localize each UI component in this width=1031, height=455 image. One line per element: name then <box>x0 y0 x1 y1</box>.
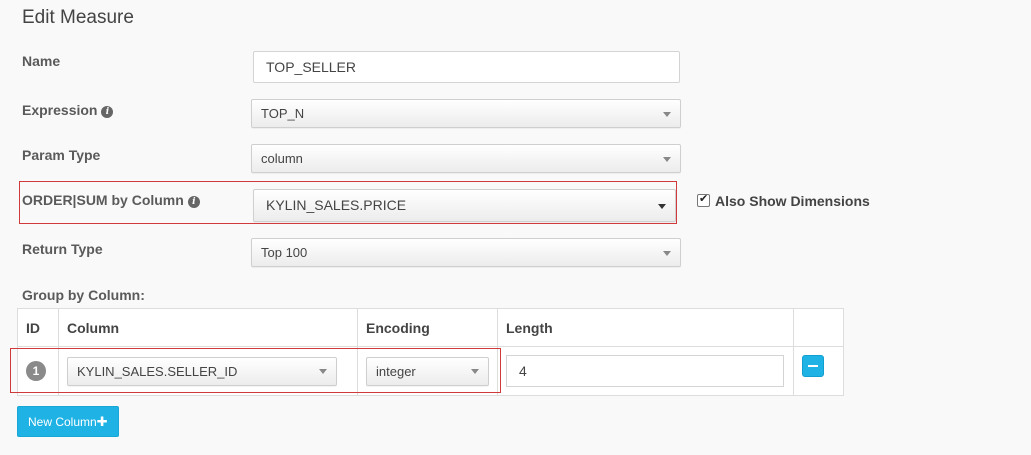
order-by-select-value: KYLIN_SALES.PRICE <box>266 197 407 213</box>
row-actions-cell <box>793 346 844 396</box>
also-show-dimensions-checkbox[interactable]: Also Show Dimensions <box>697 192 870 209</box>
row-column-select-value: KYLIN_SALES.SELLER_ID <box>77 363 238 379</box>
expression-select-value: TOP_N <box>261 106 305 121</box>
new-column-button[interactable]: New Column✚ <box>17 406 119 437</box>
column-header-length: Length <box>497 308 794 347</box>
column-header-id: ID <box>17 308 59 347</box>
group-by-table: ID Column Encoding Length 1 KYLIN_SALES.… <box>17 308 844 396</box>
param-type-label: Param Type <box>22 147 101 163</box>
expression-label: Expression i <box>22 102 114 118</box>
also-show-dimensions-label: Also Show Dimensions <box>715 193 870 209</box>
page-title: Edit Measure <box>22 7 134 28</box>
column-header-encoding: Encoding <box>357 308 498 347</box>
expression-select[interactable]: TOP_N <box>251 99 681 128</box>
group-by-label: Group by Column: <box>22 287 145 303</box>
chevron-down-icon <box>471 369 479 374</box>
info-icon[interactable]: i <box>101 106 114 118</box>
row-encoding-cell: integer <box>357 346 498 396</box>
name-input[interactable]: TOP_SELLER <box>253 51 680 83</box>
param-type-select[interactable]: column <box>251 144 681 173</box>
expression-label-text: Expression <box>22 102 98 118</box>
table-header-row: ID Column Encoding Length <box>17 308 844 347</box>
param-type-select-value: column <box>261 151 303 166</box>
chevron-down-icon <box>663 156 671 162</box>
return-type-select-value: Top 100 <box>261 245 308 260</box>
row-id-cell: 1 <box>17 346 59 396</box>
order-by-label-text: ORDER|SUM by Column <box>22 192 184 208</box>
plus-icon: ✚ <box>96 414 108 429</box>
order-by-select[interactable]: KYLIN_SALES.PRICE <box>253 189 676 222</box>
row-column-cell: KYLIN_SALES.SELLER_ID <box>58 346 358 396</box>
table-row: 1 KYLIN_SALES.SELLER_ID integer 4 <box>17 346 844 396</box>
chevron-down-icon <box>663 250 671 256</box>
row-encoding-select-value: integer <box>376 363 416 379</box>
row-id-badge: 1 <box>26 361 46 381</box>
remove-row-button[interactable] <box>802 355 824 377</box>
chevron-down-icon <box>663 111 671 117</box>
checkbox-checked-icon[interactable] <box>697 192 710 207</box>
name-label: Name <box>22 53 61 69</box>
order-by-label: ORDER|SUM by Column i <box>22 192 200 208</box>
row-length-input[interactable]: 4 <box>506 355 784 387</box>
column-header-actions <box>793 308 844 347</box>
info-icon[interactable]: i <box>187 196 200 208</box>
chevron-down-icon <box>319 369 327 374</box>
return-type-select[interactable]: Top 100 <box>251 238 681 267</box>
row-length-cell: 4 <box>497 346 794 396</box>
new-column-label: New Column <box>28 415 97 429</box>
chevron-down-icon <box>658 203 666 209</box>
return-type-label: Return Type <box>22 241 103 257</box>
row-column-select[interactable]: KYLIN_SALES.SELLER_ID <box>67 356 337 386</box>
row-encoding-select[interactable]: integer <box>366 356 489 386</box>
column-header-column: Column <box>58 308 358 347</box>
